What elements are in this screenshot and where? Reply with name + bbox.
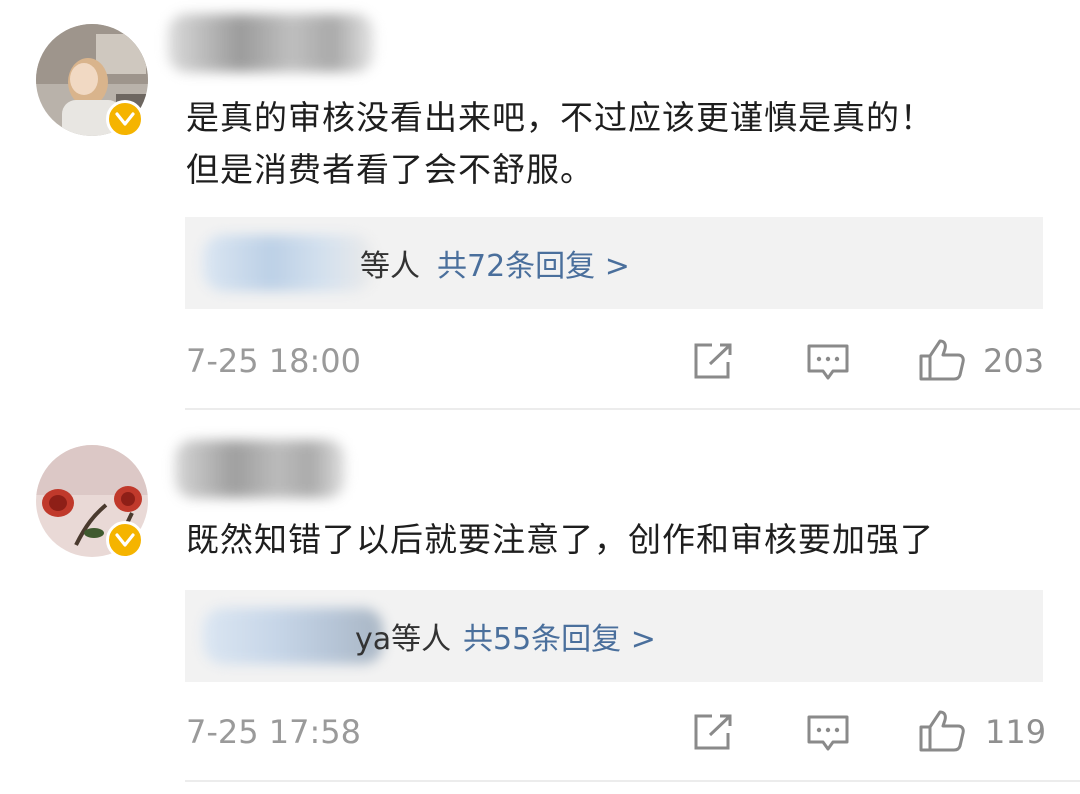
reply-count-link[interactable]: 共55条回复 > xyxy=(463,614,656,658)
comment-time: 7-25 17:58 xyxy=(186,713,362,751)
like-count: 203 xyxy=(983,342,1045,380)
like-icon[interactable] xyxy=(918,709,966,757)
comment-text: 既然知错了以后就要注意了，创作和审核要加强了 xyxy=(186,514,1050,566)
reply-users: ya等人 xyxy=(355,622,452,657)
share-icon[interactable] xyxy=(692,713,734,755)
comment-icon[interactable] xyxy=(806,714,850,756)
share-icon[interactable] xyxy=(692,342,734,384)
reply-users-blurred xyxy=(203,235,373,291)
username-blurred[interactable] xyxy=(168,14,374,72)
reply-count-link[interactable]: 共72条回复 > xyxy=(437,241,630,285)
comment-text-line: 既然知错了以后就要注意了，创作和审核要加强了 xyxy=(186,520,934,559)
reply-users: 等人 xyxy=(360,249,420,284)
replies-preview[interactable]: ya等人 共55条回复 > xyxy=(185,590,1043,682)
replies-preview[interactable]: 等人 共72条回复 > xyxy=(185,217,1043,309)
comment-text: 是真的审核没看出来吧，不过应该更谨慎是真的！ 但是消费者看了会不舒服。 xyxy=(186,92,1050,196)
verified-badge-icon xyxy=(106,100,144,138)
verified-badge-icon xyxy=(106,521,144,559)
divider xyxy=(185,408,1080,410)
comment-text-line: 是真的审核没看出来吧，不过应该更谨慎是真的！ xyxy=(186,98,934,137)
divider xyxy=(185,780,1080,782)
comment-time: 7-25 18:00 xyxy=(186,342,362,380)
like-icon[interactable] xyxy=(918,338,966,386)
like-count: 119 xyxy=(985,713,1047,751)
comment-icon[interactable] xyxy=(806,343,850,385)
username-blurred[interactable] xyxy=(175,440,345,498)
comment-text-line: 但是消费者看了会不舒服。 xyxy=(186,150,594,189)
